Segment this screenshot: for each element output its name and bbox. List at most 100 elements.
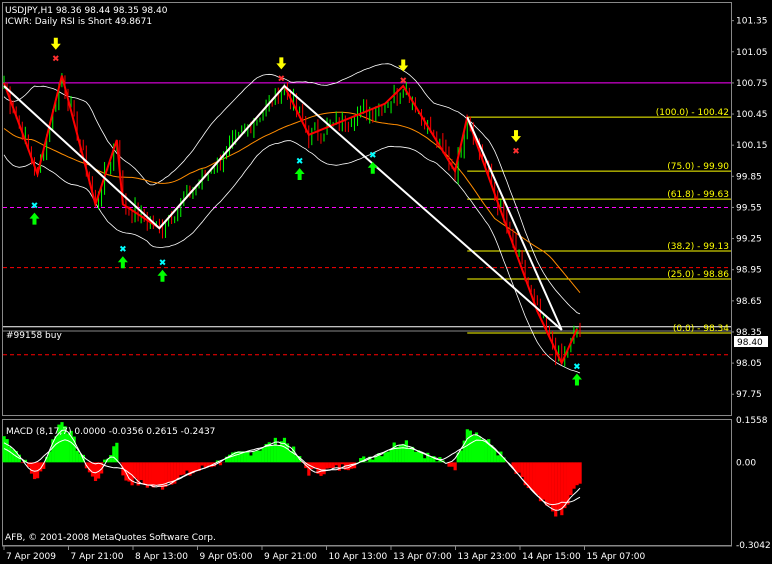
fib-label-5: (0.0) - 98.34 [673, 324, 729, 334]
macd-bar-58 [179, 462, 183, 476]
macd-bar-111 [340, 462, 344, 465]
macd-bar-43 [133, 462, 137, 479]
time-axis: 7 Apr 2009 7 Apr 21:00 8 Apr 13:00 9 Apr 05… [3, 546, 645, 562]
macd-bar-186 [569, 462, 573, 496]
price-tick-label-2: 100.75 [736, 79, 768, 89]
macd-bar-148 [453, 462, 457, 471]
macd-bar-109 [334, 462, 338, 466]
fib-label-0: (100.0) - 100.42 [656, 108, 729, 118]
macd-bar-35 [109, 455, 113, 463]
macd-bar-185 [566, 462, 570, 505]
zigzag-lines [3, 75, 578, 366]
macd-bar-54 [167, 462, 171, 483]
macd-bar-50 [154, 462, 159, 485]
macd-bar-124 [380, 456, 384, 463]
macd-bar-135 [413, 451, 418, 463]
macd-bar-106 [325, 462, 329, 469]
macd-bar-80 [246, 451, 250, 463]
price-tick-label-5: 99.85 [736, 172, 762, 182]
macd-bar-189 [578, 462, 582, 484]
macd-bar-121 [371, 459, 375, 463]
macd-bar-92 [282, 437, 287, 463]
down-arrow-mark-1: ✖ [278, 74, 286, 84]
down-arrow-mark-2: ✖ [399, 76, 407, 86]
macd-bar-140 [429, 457, 433, 463]
order-label: #99158 buy [6, 331, 62, 341]
up-arrow-4 [367, 161, 378, 174]
horizontal-lines [3, 82, 731, 356]
price-tick-label-3: 100.45 [736, 110, 768, 120]
macd-bar-128 [392, 442, 396, 463]
macd-bar-142 [435, 461, 439, 463]
macd-bar-60 [185, 462, 189, 471]
macd-bar-59 [182, 462, 186, 475]
time-tick-label-8: 14 Apr 15:00 [522, 552, 581, 562]
macd-bar-157 [480, 439, 485, 463]
up-arrow-1 [117, 256, 128, 269]
macd-bar-17 [54, 436, 58, 463]
macd-bar-162 [496, 455, 500, 463]
macd-bar-138 [423, 458, 427, 463]
price-tick-label-12: 97.75 [736, 390, 762, 400]
macd-bar-129 [395, 446, 399, 463]
macd-tick-label-0: 0.1558 [736, 416, 768, 426]
time-tick-label-7: 13 Apr 23:00 [458, 552, 517, 562]
copyright-label: AFB, © 2001-2008 MetaQuotes Software Cor… [5, 533, 216, 543]
macd-bar-82 [252, 451, 256, 463]
macd-bar-150 [459, 450, 463, 463]
current-price-text: 98.40 [737, 338, 763, 348]
macd-bar-155 [474, 432, 479, 463]
macd-bar-178 [544, 462, 549, 506]
price-tick-label-11: 98.05 [736, 359, 762, 369]
macd-bar-48 [148, 462, 152, 485]
price-tick-label-7: 99.25 [736, 235, 762, 245]
macd-bar-91 [279, 441, 284, 463]
up-arrow-mark-3: ✖ [296, 157, 304, 167]
macd-bar-83 [255, 450, 259, 463]
macd-label: MACD (8,17,7) 0.0000 -0.0356 0.2615 -0.2… [6, 427, 215, 437]
macd-bar-184 [563, 462, 567, 509]
macd-panel-frame [2, 419, 732, 546]
macd-bar-2 [8, 446, 12, 463]
chart-svg: (100.0) - 100.42 (75.0) - 99.90 (61.8) - 9… [2, 2, 771, 562]
time-tick-label-3: 9 Apr 05:00 [200, 552, 253, 562]
macd-bar-177 [541, 462, 546, 500]
macd-tick-label-2: -0.3042 [736, 541, 771, 551]
down-arrow-0 [50, 37, 61, 50]
macd-bar-169 [517, 462, 521, 473]
price-tick-label-4: 100.15 [736, 141, 768, 151]
macd-bar-3 [11, 449, 15, 463]
up-arrow-mark-1: ✖ [119, 245, 127, 255]
macd-bar-51 [157, 462, 162, 487]
macd-bar-158 [484, 440, 488, 463]
macd-bar-173 [529, 462, 533, 490]
down-arrow-3 [511, 130, 521, 143]
time-tick-label-2: 8 Apr 13:00 [135, 552, 188, 562]
macd-bar-176 [538, 462, 543, 502]
macd-bar-79 [243, 451, 247, 463]
down-arrow-mark-3: ✖ [512, 147, 520, 157]
macd-bar-137 [420, 452, 424, 463]
macd-bar-174 [532, 462, 536, 493]
fib-label-2: (61.8) - 99.63 [667, 190, 729, 200]
macd-bar-65 [200, 462, 204, 466]
macd-bar-36 [112, 446, 116, 463]
macd-bar-187 [572, 462, 576, 489]
macd-bar-84 [258, 450, 262, 463]
macd-bar-85 [261, 447, 265, 463]
rsi-header: ICWR: Daily RSI is Short 49.8671 [5, 17, 152, 27]
macd-bar-6 [20, 462, 24, 464]
symbol-header: USDJPY,H1 98.36 98.44 98.35 98.40 [5, 6, 168, 16]
macd-bar-30 [93, 462, 98, 482]
macd-bar-49 [151, 462, 156, 488]
macd-bar-130 [398, 444, 402, 463]
macd-bar-132 [404, 440, 408, 463]
macd-bar-46 [142, 462, 146, 485]
price-tick-label-1: 101.05 [736, 48, 768, 58]
wave-line [3, 84, 563, 331]
macd-bar-125 [383, 452, 387, 463]
up-arrow-5 [571, 373, 582, 386]
macd-bar-154 [471, 435, 476, 463]
up-arrow-mark-2: ✖ [159, 259, 167, 269]
macd-bar-181 [554, 462, 558, 517]
